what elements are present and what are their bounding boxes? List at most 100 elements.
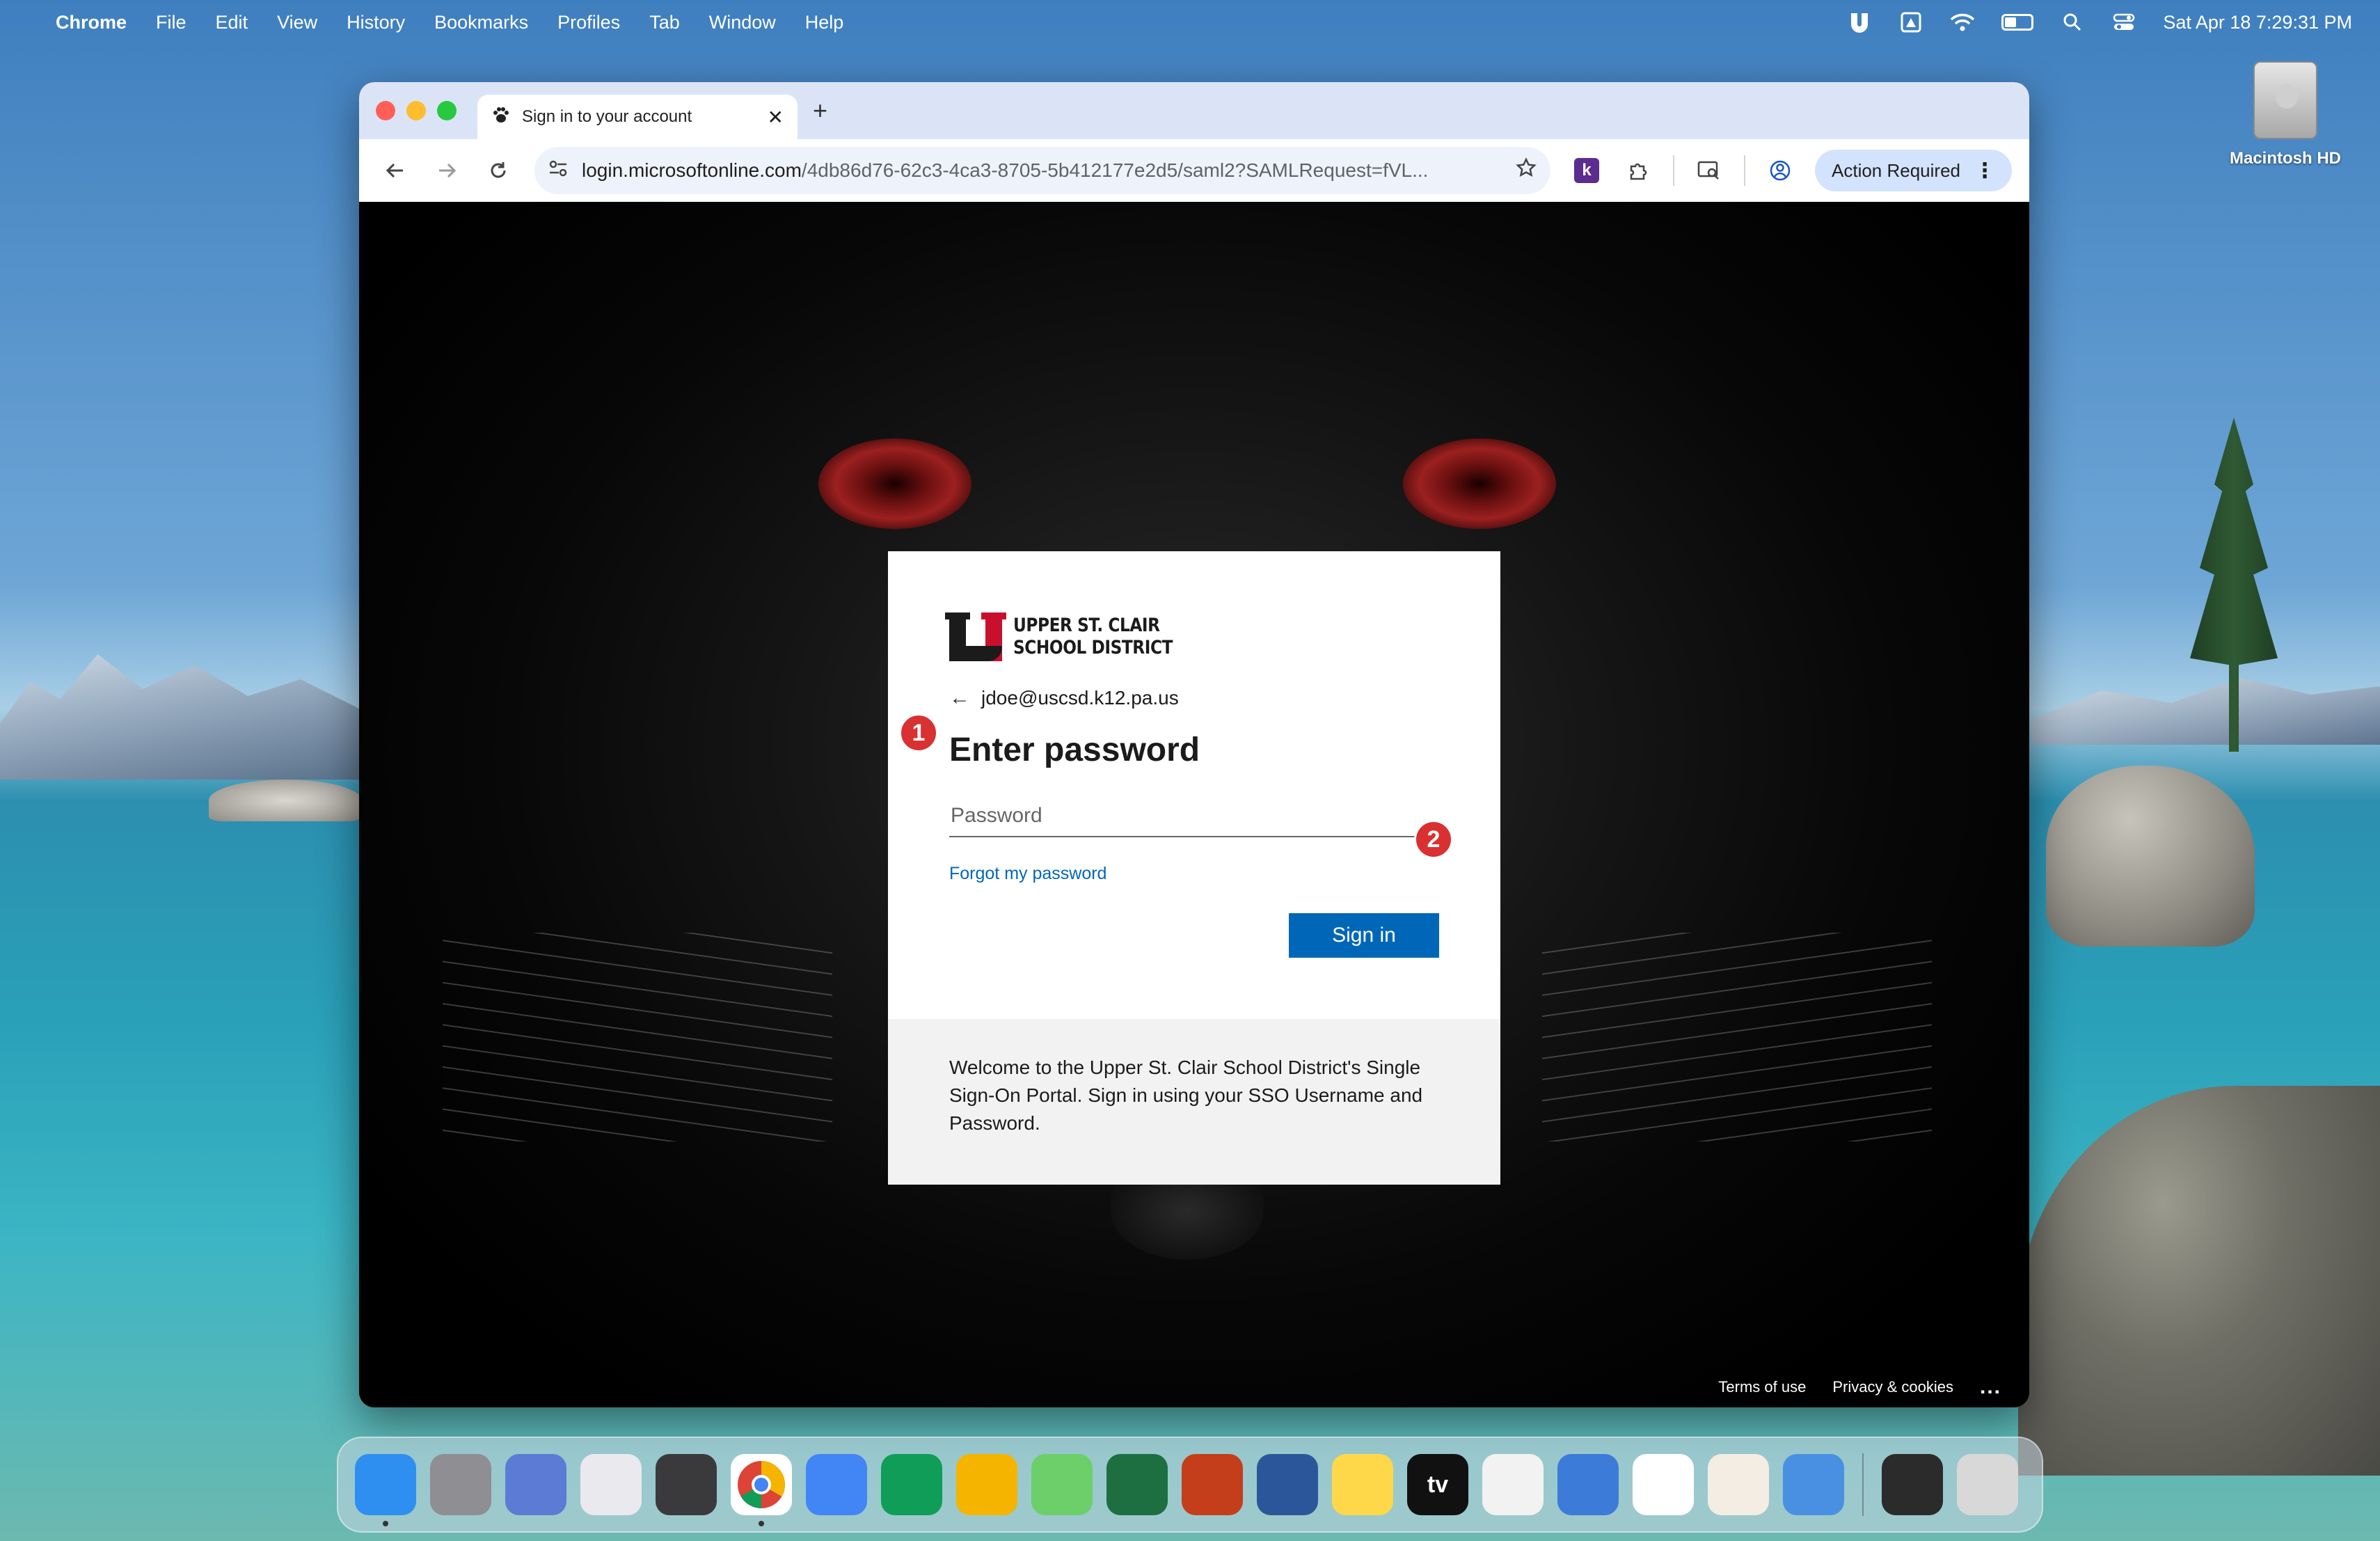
dock-apple-tv-icon[interactable]: tv [1407,1454,1468,1515]
sign-in-button-row: Sign in [949,913,1439,958]
dock-photos-icon[interactable] [1482,1454,1544,1515]
dock-google-slides-icon[interactable] [956,1454,1017,1515]
dock-slack-icon[interactable] [1708,1454,1769,1515]
reload-button[interactable] [476,148,521,193]
wallpaper-mountains-left [0,654,376,780]
privacy-cookies-link[interactable]: Privacy & cookies [1832,1378,1953,1396]
url-path: /4db86d76-62c3-4ca3-8705-5b412177e2d5/sa… [801,159,1429,181]
site-info-icon[interactable] [548,159,568,183]
dock-system-settings-icon[interactable] [430,1454,491,1515]
menu-bookmarks[interactable]: Bookmarks [434,12,528,33]
drive-icon[interactable] [1898,11,1923,33]
status-area: Sat Apr 18 7:29:31 PM [1847,11,2352,33]
zoom-window-button[interactable] [437,101,457,120]
dock-excel-icon[interactable] [1106,1454,1168,1515]
more-vertical-icon[interactable]: ⋮ [1974,159,1995,183]
dock-google-docs-icon[interactable] [806,1454,867,1515]
menu-bar-clock[interactable]: Sat Apr 18 7:29:31 PM [2163,12,2352,33]
tab-title: Sign in to your account [522,107,692,126]
dock-chrome-icon[interactable] [731,1454,792,1526]
dock-trash-icon[interactable] [1957,1454,2018,1515]
district-logo-text: UPPER ST. CLAIR SCHOOL DISTRICT [1013,615,1173,659]
dock-maps-icon[interactable] [1031,1454,1093,1515]
dock-launchpad-icon[interactable] [580,1454,642,1515]
extension-k-button[interactable]: k [1564,148,1609,193]
dock: tv [337,1437,2043,1533]
annotation-badge-2: 2 [1414,820,1453,859]
menu-profiles[interactable]: Profiles [557,12,620,33]
desktop-icon-macintosh-hd[interactable]: Macintosh HD [2223,61,2348,168]
hard-drive-icon [2253,61,2317,139]
forgot-password-link[interactable]: Forgot my password [949,864,1106,884]
battery-icon[interactable] [2001,14,2034,31]
url-text: login.microsoftonline.com/4db86d76-62c3-… [582,159,1506,182]
back-button[interactable] [373,148,418,193]
menu-help[interactable]: Help [805,12,844,33]
more-options-icon[interactable]: ... [1980,1375,2001,1399]
menu-file[interactable]: File [156,12,187,33]
tab-sign-in[interactable]: Sign in to your account ✕ [477,95,798,139]
sign-in-description: Welcome to the Upper St. Clair School Di… [888,1019,1500,1185]
close-window-button[interactable] [376,101,395,120]
page-title: Enter password [949,732,1200,768]
wallpaper-mountains-right [2032,678,2380,745]
terms-of-use-link[interactable]: Terms of use [1718,1378,1806,1396]
menu-bar: Chrome File Edit View History Bookmarks … [0,0,2380,45]
k-extension-icon: k [1574,158,1599,183]
dock-weather-icon[interactable] [1783,1454,1844,1515]
new-tab-button[interactable]: + [813,96,827,125]
minimize-window-button[interactable] [406,101,426,120]
menu-history[interactable]: History [347,12,405,33]
background-whiskers-right [1542,933,1932,1141]
menu-tab[interactable]: Tab [649,12,680,33]
chrome-window: Sign in to your account ✕ + login.micros… [359,82,2029,1407]
u-icon[interactable] [1847,11,1872,33]
dock-drive-app-icon[interactable] [1557,1454,1619,1515]
menu-window[interactable]: Window [709,12,776,33]
address-bar[interactable]: login.microsoftonline.com/4db86d76-62c3-… [534,147,1550,194]
control-center-icon[interactable] [2111,11,2136,33]
dock-calculator-icon[interactable] [656,1454,717,1515]
paw-icon [491,105,511,129]
tab-close-icon[interactable]: ✕ [768,106,784,129]
search-icon[interactable] [2060,11,2085,33]
url-host: login.microsoftonline.com [582,159,802,181]
dock-word-icon[interactable] [1257,1454,1318,1515]
wifi-icon[interactable] [1950,11,1975,33]
extensions-puzzle-button[interactable] [1616,148,1660,193]
logo-line-2: SCHOOL DISTRICT [1013,637,1173,658]
tab-strip: Sign in to your account ✕ + [359,82,2029,139]
sign-in-card-body: UPPER ST. CLAIR SCHOOL DISTRICT ← jdoe@u… [888,551,1500,1019]
menu-edit[interactable]: Edit [216,12,248,33]
wallpaper-rocks-left [209,780,362,821]
district-logo-mark [945,613,1006,661]
wallpaper-rock-lower [2018,1086,2380,1476]
profile-avatar-button[interactable] [1758,148,1802,193]
password-input[interactable] [949,796,1436,837]
menu-view[interactable]: View [277,12,317,33]
back-arrow-icon[interactable]: ← [949,686,970,710]
sign-in-card: UPPER ST. CLAIR SCHOOL DISTRICT ← jdoe@u… [888,551,1500,1185]
dock-screenshot-icon[interactable] [1882,1454,1943,1515]
district-logo: UPPER ST. CLAIR SCHOOL DISTRICT [945,613,1439,661]
password-field-wrapper [949,796,1439,837]
dock-notes-icon[interactable] [1332,1454,1393,1515]
forward-button[interactable] [425,148,469,193]
annotation-badge-1: 1 [899,713,938,752]
action-required-button[interactable]: Action Required ⋮ [1815,150,2012,191]
logo-line-1: UPPER ST. CLAIR [1013,615,1160,636]
dock-reminders-icon[interactable] [1633,1454,1694,1515]
menu-app-name[interactable]: Chrome [56,12,127,33]
sign-in-button[interactable]: Sign in [1289,913,1439,958]
dock-iphone-mirroring-icon[interactable] [505,1454,566,1515]
tab-search-button[interactable] [1687,148,1731,193]
identity-banner[interactable]: ← jdoe@uscsd.k12.pa.us [949,686,1439,710]
running-indicator [759,1521,764,1526]
dock-finder-icon[interactable] [355,1454,416,1526]
wallpaper-rock-upper [2046,766,2255,947]
apple-tv-label: tv [1427,1471,1449,1498]
bookmark-star-icon[interactable] [1516,157,1537,184]
dock-powerpoint-icon[interactable] [1182,1454,1243,1515]
dock-google-sheets-icon[interactable] [881,1454,942,1515]
dock-separator [1862,1453,1864,1516]
